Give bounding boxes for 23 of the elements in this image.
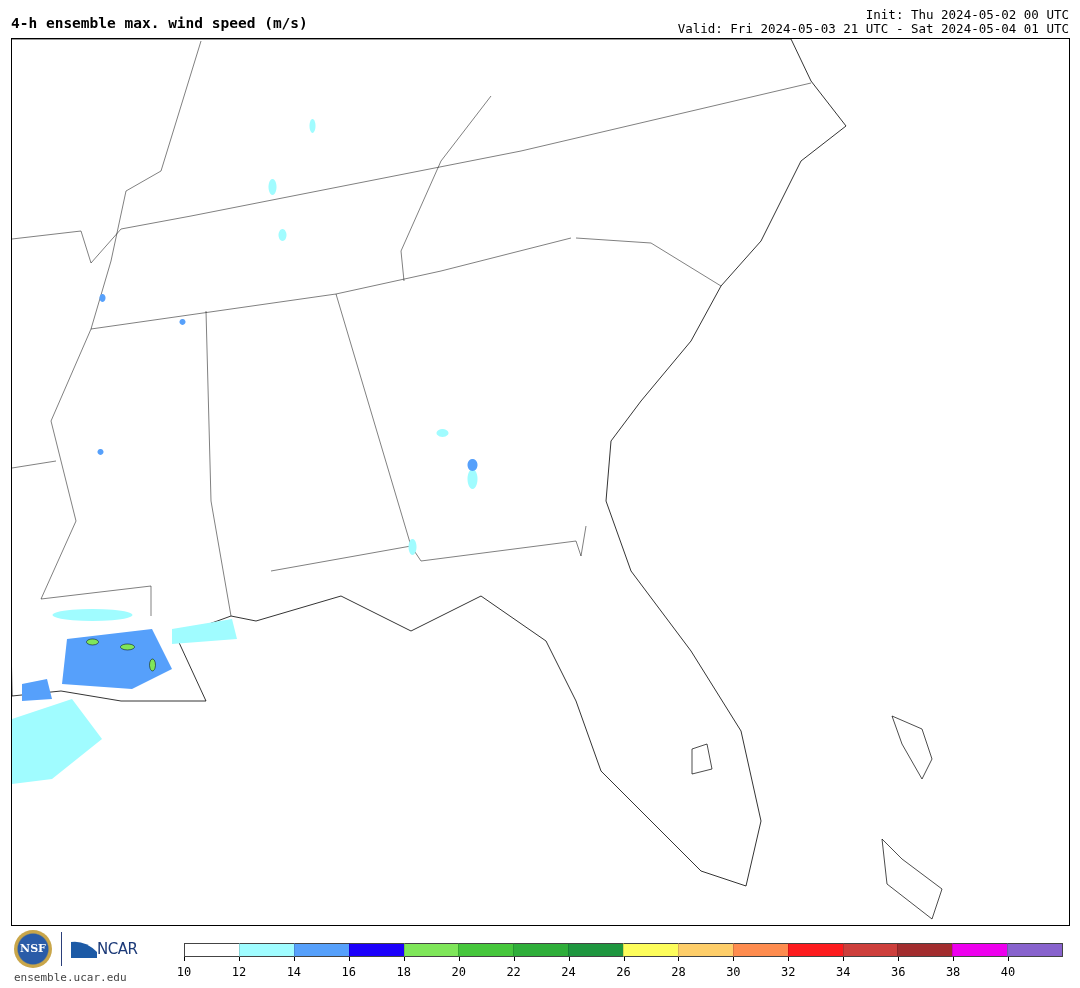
site-url: ensemble.ucar.edu (14, 970, 128, 986)
tick-label: 14 (286, 964, 302, 981)
wave-icon (71, 940, 97, 958)
tick-label: 40 (1000, 964, 1016, 981)
tick-label: 10 (176, 964, 192, 981)
tick-label: 34 (836, 964, 851, 981)
tick-label: 26 (616, 964, 631, 981)
tick-label: 30 (726, 964, 741, 981)
tick-label: 38 (945, 964, 961, 981)
map-title: 4-h ensemble max. wind speed (m/s) (11, 16, 308, 33)
tick-label: 20 (451, 964, 466, 981)
nsf-logo: NSF (14, 930, 52, 968)
tick-label: 12 (231, 964, 247, 981)
tick-label: 22 (506, 964, 521, 981)
tick-label: 28 (671, 964, 686, 981)
tick-label: 36 (890, 964, 906, 981)
tick-label: 24 (561, 964, 576, 981)
tick-label: 16 (341, 964, 357, 981)
ncar-logo: NCAR (97, 938, 138, 960)
valid-time: Valid: Fri 2024-05-03 21 UTC - Sat 2024-05-04 01 UTC (677, 22, 1069, 36)
init-time: Init: Thu 2024-05-02 00 UTC (864, 8, 1069, 22)
tick-label: 32 (781, 964, 796, 981)
tick-label: 18 (396, 964, 411, 981)
